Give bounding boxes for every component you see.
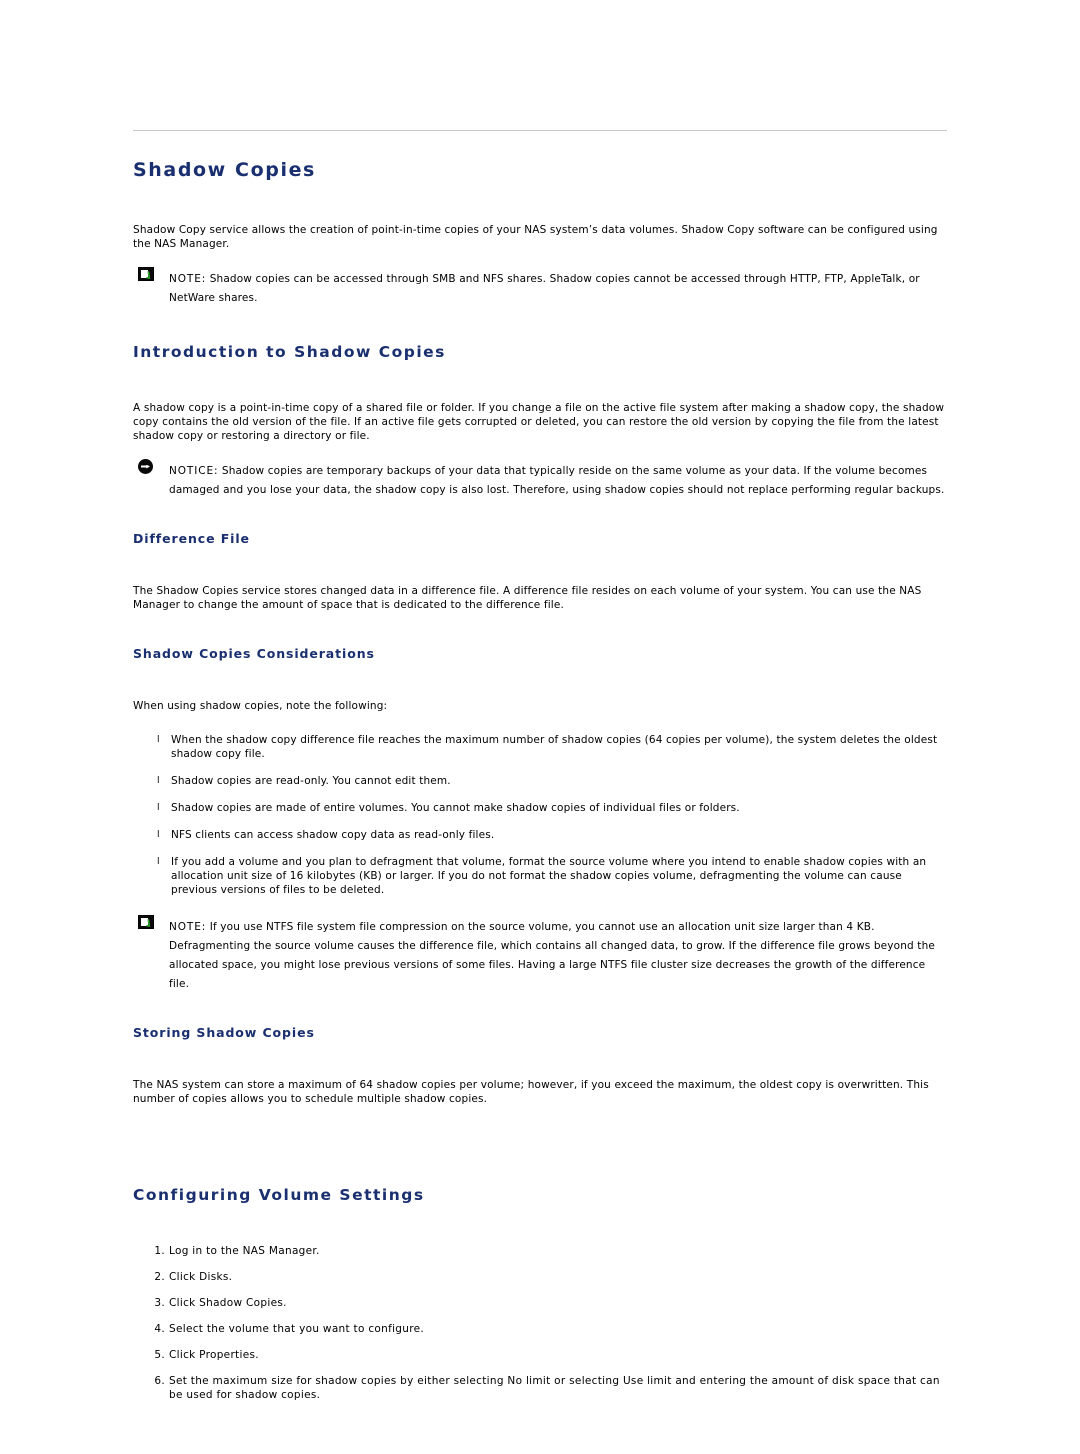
step-number: 5. — [154, 1349, 165, 1361]
note-ntfs-text: NOTE: If you use NTFS file system file c… — [169, 921, 935, 990]
list-item: 2. Click Disks. — [133, 1270, 947, 1284]
list-item-text: Select the volume that you want to confi… — [169, 1323, 425, 1335]
subsection-heading-considerations: Shadow Copies Considerations — [133, 646, 375, 661]
list-item: l NFS clients can access shadow copy data… — [133, 828, 947, 842]
list-item: l If you add a volume and you plan to def… — [133, 855, 947, 897]
considerations-bullet-list: l When the shadow copy difference file re… — [133, 733, 947, 897]
header-divider — [133, 130, 947, 131]
list-item-text: Log in to the NAS Manager. — [169, 1245, 320, 1257]
list-item: l Shadow copies are read-only. You cannot… — [133, 774, 947, 788]
bullet-icon: l — [157, 803, 160, 813]
introduction-paragraph: A shadow copy is a point-in-time copy of… — [133, 402, 945, 442]
notice-icon — [138, 459, 153, 474]
list-item-text: Click Disks. — [169, 1271, 233, 1283]
list-item-text: Click Properties. — [169, 1349, 259, 1361]
bullet-icon: l — [157, 776, 160, 786]
list-item-text: Click Shadow Copies. — [169, 1297, 287, 1309]
note-top-text: NOTE: Shadow copies can be accessed thro… — [169, 273, 920, 304]
subsection-heading-difference-file: Difference File — [133, 531, 250, 546]
notice-block: NOTICE: Shadow copies are temporary back… — [133, 459, 947, 497]
note-block-ntfs: NOTE: If you use NTFS file system file c… — [133, 915, 947, 991]
list-item: l When the shadow copy difference file re… — [133, 733, 947, 761]
notice-label: NOTICE: — [169, 465, 219, 477]
storing-paragraph: The NAS system can store a maximum of 64… — [133, 1079, 929, 1105]
list-item: 4. Select the volume that you want to con… — [133, 1322, 947, 1336]
configuring-steps-list: 1. Log in to the NAS Manager. 2. Click Dis… — [133, 1244, 947, 1402]
note-ntfs-body: If you use NTFS file system file compres… — [169, 921, 935, 990]
notice-body: Shadow copies are temporary backups of y… — [169, 465, 945, 496]
page-title: Shadow Copies — [133, 159, 316, 181]
step-number: 2. — [154, 1271, 165, 1283]
list-item: 1. Log in to the NAS Manager. — [133, 1244, 947, 1258]
notice-text: NOTICE: Shadow copies are temporary back… — [169, 465, 944, 496]
note-ntfs-label: NOTE: — [169, 921, 207, 933]
step-number: 3. — [154, 1297, 165, 1309]
bullet-icon: l — [157, 830, 160, 840]
list-item: 5. Click Properties. — [133, 1348, 947, 1362]
considerations-intro: When using shadow copies, note the follo… — [133, 700, 388, 712]
list-item: 6. Set the maximum size for shadow copies… — [133, 1374, 947, 1402]
step-number: 6. — [154, 1375, 165, 1387]
list-item: 3. Click Shadow Copies. — [133, 1296, 947, 1310]
list-item-text: NFS clients can access shadow copy data … — [171, 829, 495, 841]
note-icon — [138, 915, 154, 929]
bullet-icon: l — [157, 735, 160, 745]
document-page: Shadow Copies Shadow Copy service allows… — [0, 0, 1080, 1454]
section-heading-introduction: Introduction to Shadow Copies — [133, 343, 446, 361]
note-top-label: NOTE: — [169, 273, 207, 285]
list-item-text: Shadow copies are made of entire volumes… — [171, 802, 740, 814]
list-item-text: When the shadow copy difference file rea… — [171, 734, 938, 760]
bullet-icon: l — [157, 857, 160, 867]
step-number: 4. — [154, 1323, 165, 1335]
difference-file-paragraph: The Shadow Copies service stores changed… — [133, 585, 922, 611]
list-item-text: If you add a volume and you plan to defr… — [171, 856, 927, 896]
section-heading-configuring: Configuring Volume Settings — [133, 1186, 425, 1204]
step-number: 1. — [154, 1245, 165, 1257]
note-icon — [138, 267, 154, 281]
list-item-text: Set the maximum size for shadow copies b… — [169, 1375, 940, 1401]
list-item: l Shadow copies are made of entire volume… — [133, 801, 947, 815]
note-top-body: Shadow copies can be accessed through SM… — [169, 273, 920, 304]
list-item-text: Shadow copies are read-only. You cannot … — [171, 775, 451, 787]
note-block-top: NOTE: Shadow copies can be accessed thro… — [133, 267, 947, 305]
intro-paragraph: Shadow Copy service allows the creation … — [133, 224, 938, 250]
subsection-heading-storing: Storing Shadow Copies — [133, 1025, 315, 1040]
